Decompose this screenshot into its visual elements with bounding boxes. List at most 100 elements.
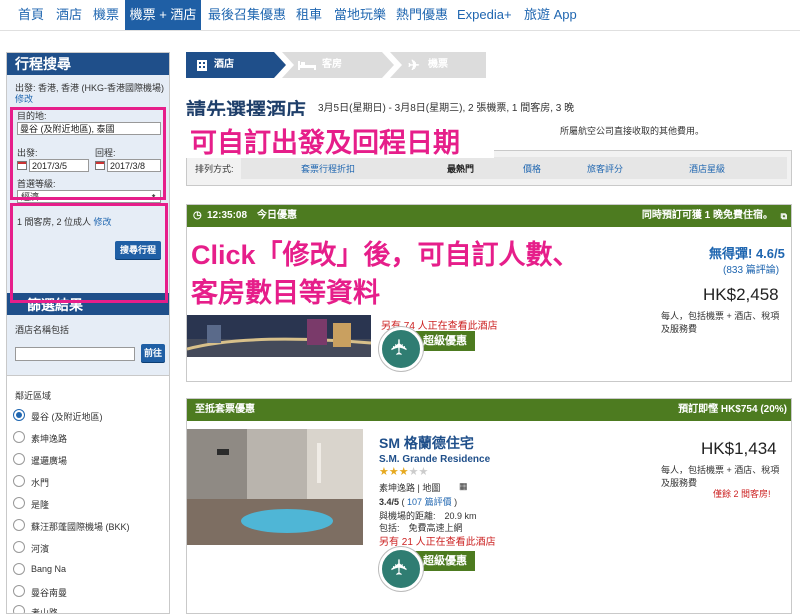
origin-label: 出發: (15, 83, 36, 93)
card-2-name-en: S.M. Grande Residence (379, 454, 491, 465)
top-navigation: 首頁 酒店 機票 機票 + 酒店 最後召集優惠 租車 當地玩樂 熱門優惠 Exp… (0, 0, 800, 31)
hotel-1-image[interactable] (187, 315, 371, 357)
card-2-deal: 至抵套票優惠 (195, 404, 255, 415)
area-radio-5[interactable] (13, 519, 25, 531)
date-note: 可自訂出發及回程日期 (190, 128, 460, 158)
card-2-saving: 預訂即慳 HK$754 (20%) (678, 404, 787, 415)
area-label-1: 素坤逸路 (31, 434, 68, 444)
city-night-photo (187, 315, 371, 357)
step-room: 客房 (298, 52, 388, 78)
hotel-name-label: 酒店名稱包括 (15, 325, 70, 335)
nav-car-rental[interactable]: 租車 (296, 0, 322, 30)
pax-note-line1: Click「修改」後，可自訂人數、 (191, 240, 580, 270)
card-2-stars: ★★★★★ (379, 465, 428, 478)
deal-plane-icon: ✈ (379, 327, 423, 371)
area-label-2: 暹邏廣場 (31, 456, 68, 466)
area-radio-8[interactable] (13, 585, 25, 597)
card-1-header: ◷ 12:35:08 今日優惠 同時預訂可獲 1 晚免費住宿。 ⧉ (187, 205, 791, 227)
map-icon[interactable]: ▦ (459, 481, 468, 492)
nav-hotels[interactable]: 酒店 (56, 0, 82, 30)
area-radio-4[interactable] (13, 497, 25, 509)
booking-steps: 酒店 客房 ✈ 機票 (186, 52, 486, 78)
divider (7, 375, 169, 376)
deal-plane-icon: ✈ (379, 547, 423, 591)
hotel-icon (197, 60, 207, 71)
origin-value: 香港, 香港 (HKG-香港國際機場) (38, 83, 165, 93)
step-room-label: 客房 (322, 59, 342, 70)
step-hotel-label: 酒店 (214, 59, 234, 70)
area-label-4: 是隆 (31, 500, 50, 510)
step-flight-label: 機票 (428, 59, 448, 70)
sort-label: 排列方式: (195, 164, 234, 174)
nav-flight-hotel[interactable]: 機票 + 酒店 (125, 0, 201, 30)
pax-note-line2: 客房數目等資料 (191, 278, 380, 308)
origin-change-link[interactable]: 修改 (15, 94, 33, 104)
card-2-price: HK$1,434 (701, 439, 777, 458)
card-2-name[interactable]: SM 格蘭德住宅 (379, 433, 474, 453)
hotel-2-image[interactable] (187, 429, 363, 545)
sort-popular[interactable]: 最熱門 (447, 162, 474, 175)
nav-flights[interactable]: 機票 (93, 0, 119, 30)
area-label-7: Bang Na (31, 564, 67, 574)
plane-icon: ✈ (408, 57, 420, 73)
step-flight: ✈ 機票 (408, 52, 486, 78)
card-2-rating: 3.4/5 (379, 497, 400, 507)
card-2-price-note: 每人，包括機票 + 酒店、稅項及服務費 (661, 465, 780, 488)
card-2-header: 至抵套票優惠 預訂即慳 HK$754 (20%) (187, 399, 791, 421)
card-2-rooms-left: 僅餘 2 間客房! (713, 489, 771, 499)
hotel-name-input[interactable] (15, 347, 135, 361)
nav-last-minute[interactable]: 最後召集優惠 (208, 0, 286, 30)
star-empty-icon: ★★ (408, 466, 429, 478)
nav-activities[interactable]: 當地玩樂 (334, 0, 386, 30)
filter-panel: 酒店名稱包括 前往 (7, 315, 169, 375)
area-radio-0[interactable] (13, 409, 25, 421)
nav-home[interactable]: 首頁 (18, 0, 44, 30)
area-title: 鄰近區域 (15, 391, 52, 401)
card-1-price-note: 每人，包括機票 + 酒店、稅項及服務費 (661, 311, 780, 334)
go-button[interactable]: 前往 (141, 344, 165, 362)
date-highlight-box (10, 107, 166, 200)
area-label-0: 曼谷 (及附近地區) (31, 412, 103, 422)
card-1-timer: 12:35:08 今日優惠 (207, 210, 298, 221)
clock-icon: ◷ (193, 210, 202, 221)
card-2-rating-line: 3.4/5 ( 107 篇評價 ) (379, 497, 458, 507)
trip-search-title: 行程搜尋 (7, 53, 169, 75)
trip-summary: 3月5日(星期日) - 3月8日(星期三), 2 張機票, 1 間客房, 3 晚 (318, 103, 575, 114)
pool-photo (187, 429, 363, 545)
sort-package-discount[interactable]: 套票行程折扣 (301, 162, 355, 175)
area-label-9: 考山路 (31, 608, 59, 614)
area-label-5: 蘇汪那蓬國際機場 (BKK) (31, 522, 130, 532)
area-radio-1[interactable] (13, 431, 25, 443)
card-1-offer: 同時預訂可獲 1 晚免費住宿。 (641, 210, 773, 221)
sort-rating[interactable]: 旅客評分 (587, 162, 623, 175)
step-hotel: 酒店 (194, 52, 284, 78)
area-radio-6[interactable] (13, 541, 25, 553)
nav-expedia-plus[interactable]: Expedia+ (457, 0, 512, 30)
card-1-price: HK$2,458 (703, 285, 779, 304)
pax-highlight-box (10, 203, 168, 303)
area-label-8: 曼谷南曼 (31, 588, 68, 598)
card-2-reviews[interactable]: 107 篇評價 (407, 497, 452, 507)
area-radio-3[interactable] (13, 475, 25, 487)
nav-app[interactable]: 旅遊 App (524, 0, 577, 30)
card-1-rating: 無得彈! 4.6/5 (709, 246, 785, 261)
hotel-card-1[interactable]: ◷ 12:35:08 今日優惠 同時預訂可獲 1 晚免費住宿。 ⧉ Click「… (186, 204, 792, 382)
area-radio-7[interactable] (13, 563, 25, 575)
hotel-card-2[interactable]: 至抵套票優惠 預訂即慳 HK$754 (20%) SM 格蘭德住宅 S.M. G… (186, 398, 792, 614)
card-1-reviews[interactable]: (833 篇評論) (723, 261, 779, 276)
card-2-viewing: 另有 21 人正在查看此酒店 (379, 537, 496, 548)
sort-options: 套票行程折扣 最熱門 價格 旅客評分 酒店星級 (241, 157, 787, 179)
area-radio-9[interactable] (13, 605, 25, 613)
area-radio-2[interactable] (13, 453, 25, 465)
fee-note: 所屬航空公司直接收取的其他費用。 (560, 126, 705, 136)
area-label-3: 水門 (31, 478, 50, 488)
sort-price[interactable]: 價格 (523, 162, 541, 175)
sort-stars[interactable]: 酒店星級 (689, 162, 725, 175)
bed-icon (298, 61, 316, 70)
area-label-6: 河濱 (31, 544, 50, 554)
star-icon: ★★★ (379, 466, 409, 478)
card-2-location: 素坤逸路 | 地圖 (379, 483, 441, 493)
origin-info: 出發: 香港, 香港 (HKG-香港國際機場) 修改 (15, 83, 165, 105)
popup-icon[interactable]: ⧉ (781, 205, 787, 227)
nav-deals[interactable]: 熱門優惠 (396, 0, 448, 30)
